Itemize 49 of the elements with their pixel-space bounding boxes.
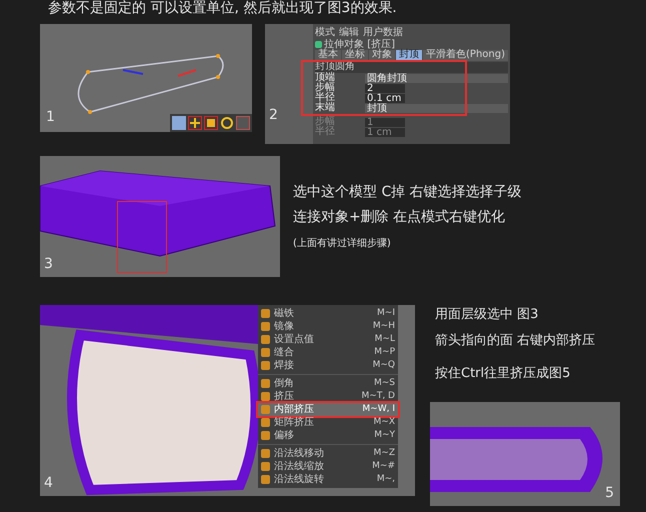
number-field[interactable]: 2 [365,84,406,92]
menu-item[interactable]: 挤压 M~T, D [258,390,398,403]
note-text: 连接对象+删除 在点模式右键优化 [293,208,506,227]
menu-item[interactable]: 偏移 M~Y [258,429,398,442]
field-label: 顶端 [315,73,336,83]
object-icon [315,41,322,48]
menu-item[interactable]: 矩阵挤压 M~X [258,416,398,429]
menu-item[interactable]: 沿法线缩放 M~# [258,460,398,473]
menu-item[interactable]: 沿法线旋转 M~, [258,473,398,486]
step-number: 4 [44,474,53,493]
menu-item[interactable]: 用户数据 [363,28,404,39]
tab[interactable]: 基本 [315,50,342,61]
menu-item[interactable]: 沿法线移动 M~Z [258,447,398,460]
hint-text: (上面有讲过详细步骤) [293,236,392,251]
caption: 参数不是固定的 可以设置单位, 然后就出现了图3的效果. [48,0,397,16]
menu-item[interactable]: 磁铁 M~I [258,307,398,320]
rotate-icon[interactable] [220,116,234,130]
note-text: 按住Ctrl往里挤压成图5 [435,365,572,383]
field-label: 半径 [315,127,336,137]
step-number: 3 [44,255,53,274]
object-title: 拉伸对象 [挤压] [324,40,395,50]
menu-item[interactable]: 倒角 M~S [258,377,398,390]
tab[interactable]: 坐标 [342,50,368,61]
menu-item[interactable]: 焊接 M~Q [258,359,398,372]
note-text: 箭头指向的面 右键内部挤压 [435,332,596,350]
menu-item[interactable]: 缝合 M~P [258,346,398,359]
step-number: 5 [605,484,614,502]
menu-item[interactable]: 镜像 M~H [258,320,398,333]
highlight-frame [117,201,167,273]
dropdown-field[interactable]: 圆角封顶 [365,74,508,82]
field-label: 半径 [315,93,336,103]
plus-icon[interactable] [188,116,202,130]
field-label: 步幅 [315,117,336,127]
dropdown-field[interactable]: 封顶 [365,104,508,112]
tab[interactable]: 对象 [369,50,396,61]
tab[interactable]: 封顶 [396,50,422,61]
field-label: 末端 [315,103,336,113]
step-number: 1 [46,108,55,127]
menu-item[interactable]: 编辑 [339,28,360,39]
field-label: 步幅 [315,83,336,93]
menu-item[interactable]: 内部挤压 M~W, I [258,403,398,416]
note-text: 用面层级选中 图3 [435,306,540,324]
tab[interactable]: 平滑着色(Phong) [423,50,508,61]
menu-item[interactable]: 模式 [315,28,336,39]
number-field[interactable]: 0.1 cm [365,94,406,102]
square-icon[interactable] [204,116,218,130]
step-number: 2 [269,106,278,125]
note-text: 选中这个模型 C掉 右键选择选择子级 [293,183,522,202]
menu-item[interactable]: 设置点值 M~L [258,333,398,346]
